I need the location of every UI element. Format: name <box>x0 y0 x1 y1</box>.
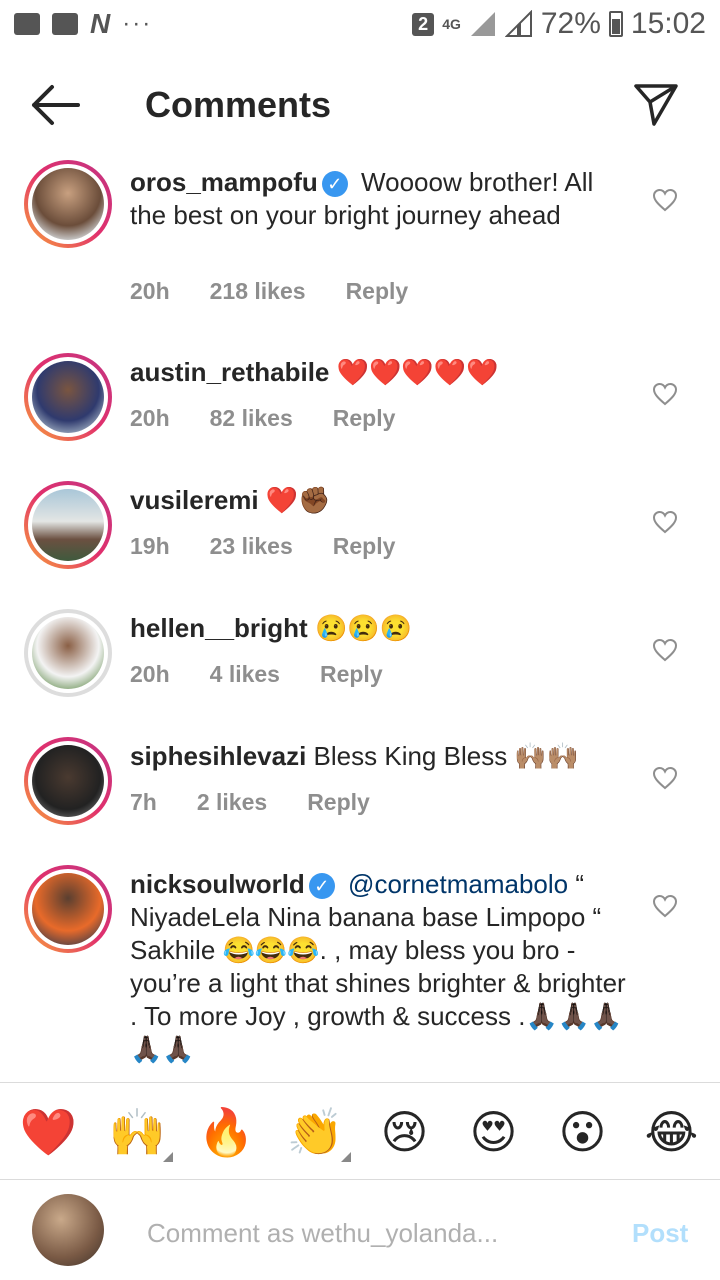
divider <box>0 1082 720 1083</box>
more-notifications-icon: ··· <box>122 10 153 37</box>
gallery-icon <box>14 13 40 35</box>
comment-body: siphesihlevazi Bless King Bless 🙌🏽🙌🏽 <box>130 740 630 773</box>
sim-badge: 2 <box>412 12 435 36</box>
share-icon[interactable] <box>632 82 680 128</box>
comment-body: hellen__bright 😢😢😢 <box>130 612 630 645</box>
avatar-image <box>32 745 104 817</box>
clapping-emoji-button[interactable]: 👏 <box>281 1104 351 1162</box>
comment-text: Bless King Bless 🙌🏽🙌🏽 <box>313 741 580 771</box>
comment-meta: 19h 23 likes Reply <box>130 533 395 560</box>
status-bar-right: 2 4G 72% 15:02 <box>412 7 706 41</box>
comment-body: nicksoulworld ✓ @cornetmamabolo “ NiyadeL… <box>130 868 630 1066</box>
netflix-icon: N <box>90 8 111 39</box>
raising-hands-emoji-button[interactable]: 🙌 <box>103 1104 173 1162</box>
comment-body: oros_mampofu ✓ Woooow brother! All the be… <box>130 166 630 232</box>
heart-icon[interactable] <box>652 638 678 662</box>
comment-time: 20h <box>130 661 170 687</box>
signal-icon <box>470 12 495 36</box>
reply-button[interactable]: Reply <box>307 789 370 816</box>
comment-likes[interactable]: 4 likes <box>210 661 280 688</box>
comment-likes[interactable]: 82 likes <box>210 405 293 432</box>
comment-body: vusileremi ❤️✊🏾 <box>130 484 630 517</box>
signal-icon-2 <box>504 10 532 37</box>
emoji-quick-bar: ❤️ 🙌 🔥 👏 😢 😍 😮 😂 <box>0 1085 720 1179</box>
comment-username[interactable]: austin_rethabile <box>130 357 329 387</box>
mention-link[interactable]: @cornetmamabolo <box>348 869 568 899</box>
comment-body: austin_rethabile ❤️❤️❤️❤️❤️ <box>130 356 630 389</box>
heart-eyes-emoji-button[interactable]: 😍 <box>459 1105 529 1159</box>
avatar[interactable] <box>24 353 112 441</box>
avatar[interactable] <box>24 481 112 569</box>
comment-text: 😢😢😢 <box>314 613 413 643</box>
status-bar: N ··· 2 4G 72% 15:02 <box>0 0 720 48</box>
emoji-glyph: 👏 <box>286 1104 345 1159</box>
avatar[interactable] <box>24 160 112 248</box>
comment-username[interactable]: vusileremi <box>130 485 259 515</box>
heart-icon[interactable] <box>652 510 678 534</box>
comment-text: ❤️✊🏾 <box>265 485 331 515</box>
avatar-image <box>32 361 104 433</box>
laughing-emoji-button[interactable]: 😂 <box>637 1105 707 1159</box>
avatar[interactable] <box>24 737 112 825</box>
verified-badge-icon: ✓ <box>321 171 348 198</box>
heart-icon[interactable] <box>652 766 678 790</box>
heart-emoji-button[interactable]: ❤️ <box>14 1105 84 1160</box>
avatar-image <box>32 168 104 240</box>
clock: 15:02 <box>630 7 706 40</box>
crying-emoji-button[interactable]: 😢 <box>370 1105 440 1159</box>
status-bar-left: N ··· <box>14 8 152 40</box>
heart-icon[interactable] <box>652 894 678 918</box>
comments-list[interactable]: oros_mampofu ✓ Woooow brother! All the be… <box>0 150 720 1080</box>
network-indicator: 4G <box>442 16 461 32</box>
battery-icon <box>608 11 623 37</box>
comment-likes[interactable]: 23 likes <box>210 533 293 560</box>
post-button[interactable]: Post <box>632 1218 688 1249</box>
comment-time: 20h <box>130 278 170 304</box>
heart-icon[interactable] <box>652 188 678 212</box>
battery-percent: 72% <box>540 7 601 40</box>
avatar[interactable] <box>24 865 112 953</box>
back-arrow-icon[interactable] <box>30 82 82 128</box>
comment-meta: 20h 218 likes Reply <box>130 278 408 305</box>
avatar-image <box>32 617 104 689</box>
comment-meta: 20h 82 likes Reply <box>130 405 395 432</box>
comment-time: 20h <box>130 405 170 431</box>
comment-text: ❤️❤️❤️❤️❤️ <box>336 357 499 387</box>
comment-likes[interactable]: 218 likes <box>210 278 306 305</box>
comment-username[interactable]: oros_mampofu <box>130 167 318 197</box>
skin-tone-indicator-icon <box>162 1151 173 1162</box>
skin-tone-indicator-icon <box>340 1151 351 1162</box>
reply-button[interactable]: Reply <box>333 405 396 432</box>
emoji-glyph: 🙌 <box>108 1104 167 1159</box>
comment-time: 7h <box>130 789 157 815</box>
header: Comments <box>0 60 720 150</box>
comment-username[interactable]: hellen__bright <box>130 613 308 643</box>
fire-emoji-button[interactable]: 🔥 <box>192 1105 262 1160</box>
comment-time: 19h <box>130 533 170 559</box>
avatar-image <box>32 873 104 945</box>
avatar[interactable] <box>24 609 112 697</box>
reply-button[interactable]: Reply <box>346 278 409 305</box>
comment-meta: 20h 4 likes Reply <box>130 661 383 688</box>
verified-badge-icon: ✓ <box>308 873 335 900</box>
comment-username[interactable]: siphesihlevazi <box>130 741 306 771</box>
comment-meta: 7h 2 likes Reply <box>130 789 370 816</box>
youtube-icon <box>52 13 78 35</box>
comment-username[interactable]: nicksoulworld <box>130 869 305 899</box>
comment-composer: Post <box>0 1180 720 1280</box>
comment-likes[interactable]: 2 likes <box>197 789 267 816</box>
current-user-avatar <box>32 1194 104 1266</box>
surprised-emoji-button[interactable]: 😮 <box>548 1105 618 1159</box>
reply-button[interactable]: Reply <box>320 661 383 688</box>
reply-button[interactable]: Reply <box>333 533 396 560</box>
comment-input[interactable] <box>145 1212 609 1254</box>
heart-icon[interactable] <box>652 382 678 406</box>
page-title: Comments <box>145 84 332 125</box>
avatar-image <box>32 489 104 561</box>
